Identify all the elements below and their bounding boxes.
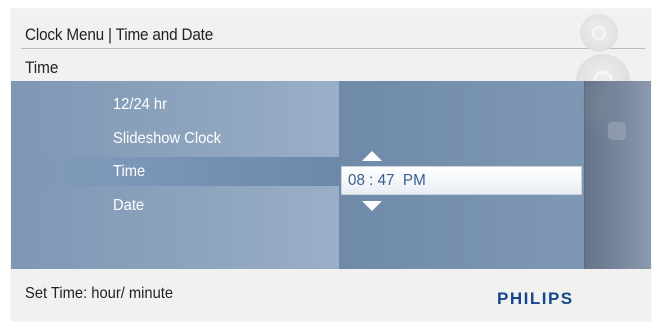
philips-logo: PHILIPS	[497, 289, 574, 308]
arrow-up-icon[interactable]	[362, 151, 382, 161]
dial-icon[interactable]	[580, 14, 618, 52]
joystick-shadow	[576, 81, 636, 141]
menu-item-slideshow-clock[interactable]: Slideshow Clock	[113, 130, 221, 148]
back-icon[interactable]	[608, 122, 626, 140]
time-value: 08 : 47 PM	[348, 172, 426, 189]
photo-frame-screen: Clock Menu | Time and Date Time 12/24 hr…	[11, 9, 651, 321]
arrow-down-icon[interactable]	[362, 201, 382, 211]
menu-item-date[interactable]: Date	[113, 197, 144, 215]
menu-item-12-24-hr[interactable]: 12/24 hr	[113, 96, 167, 114]
menu-selection-highlight	[11, 157, 339, 186]
help-text: Set Time: hour/ minute	[25, 285, 174, 302]
page-subtitle: Time	[25, 58, 59, 77]
header-divider	[21, 48, 645, 49]
time-input-field[interactable]: 08 : 47 PM	[341, 166, 582, 195]
page-title: Clock Menu | Time and Date	[25, 25, 214, 44]
menu-item-time[interactable]: Time	[113, 163, 145, 181]
